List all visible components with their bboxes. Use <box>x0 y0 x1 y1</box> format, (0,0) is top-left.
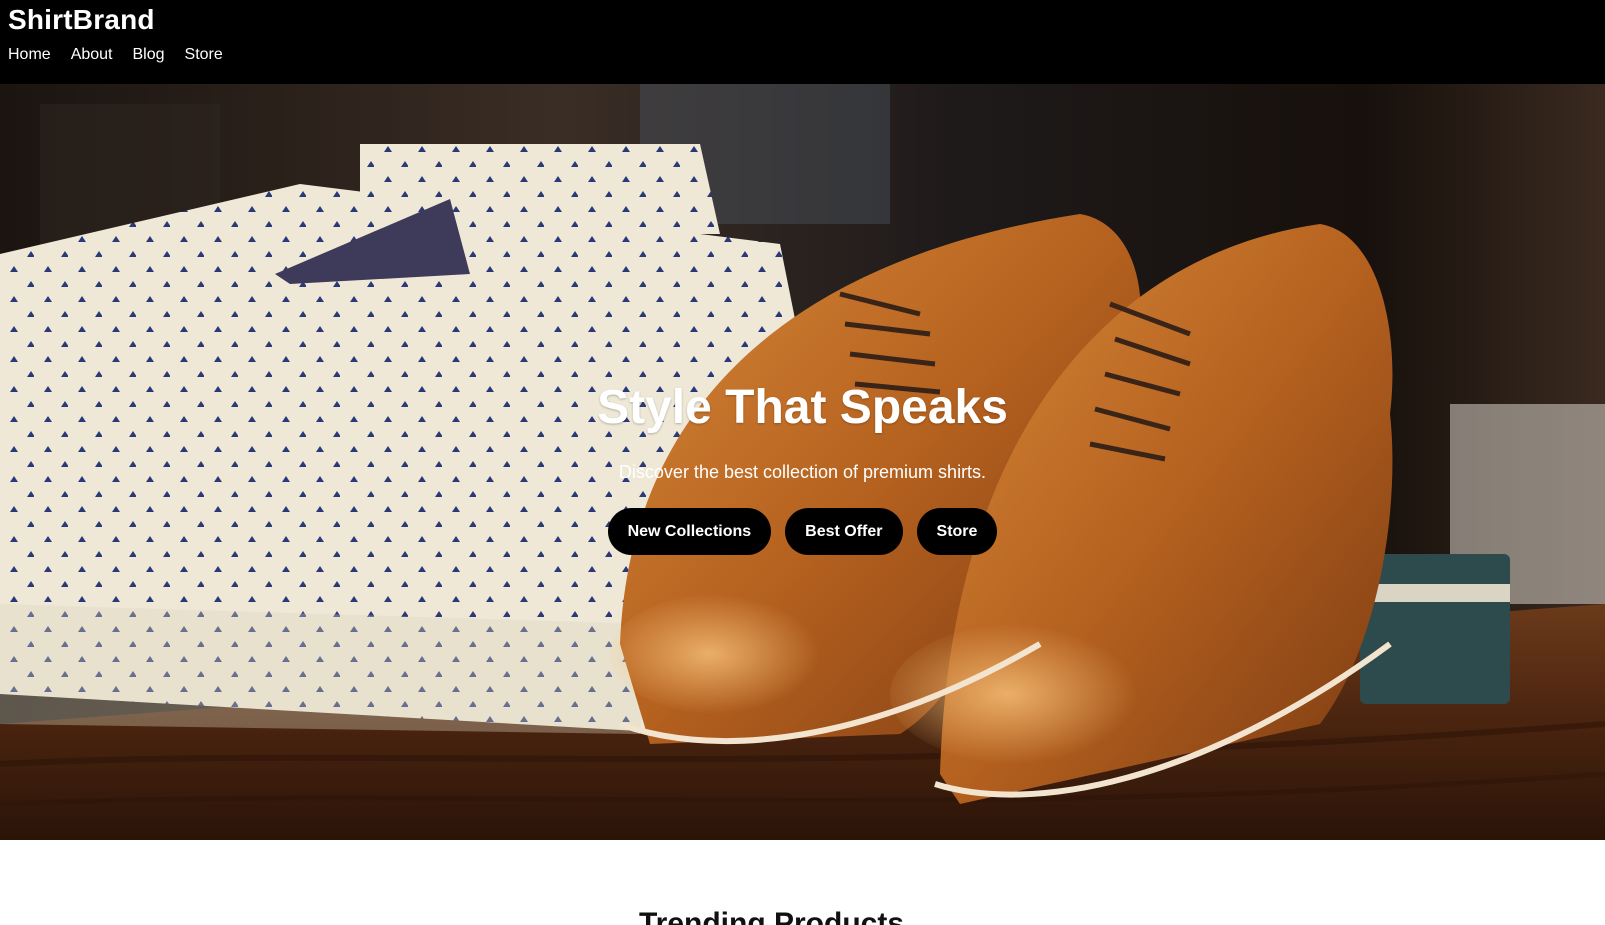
best-offer-button[interactable]: Best Offer <box>785 508 903 555</box>
nav-link-home[interactable]: Home <box>8 46 51 64</box>
trending-title: Trending Products <box>638 907 905 925</box>
nav-link-store[interactable]: Store <box>185 46 223 64</box>
nav-link-blog[interactable]: Blog <box>133 46 165 64</box>
hero-content: Style That Speaks Discover the best coll… <box>0 84 1605 840</box>
new-collections-button[interactable]: New Collections <box>607 508 772 555</box>
hero-section: Style That Speaks Discover the best coll… <box>0 84 1605 840</box>
hero-button-group: New Collections Best Offer Store <box>0 508 1605 555</box>
store-button[interactable]: Store <box>916 508 998 555</box>
brand-logo[interactable]: ShirtBrand <box>8 4 155 36</box>
hero-subtitle: Discover the best collection of premium … <box>618 462 987 482</box>
hero-title: Style That Speaks <box>597 381 1008 434</box>
trending-section: Trending Products <box>0 840 1605 925</box>
site-header: ShirtBrand Home About Blog Store <box>0 0 1605 84</box>
nav-link-about[interactable]: About <box>71 46 113 64</box>
main-nav: Home About Blog Store <box>8 46 223 64</box>
